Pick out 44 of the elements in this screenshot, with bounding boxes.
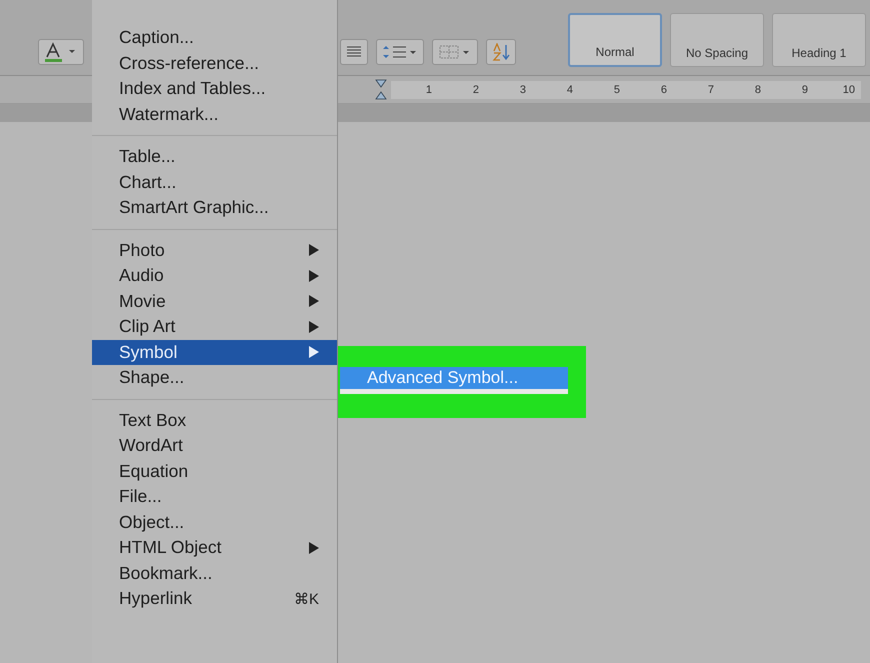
menu-item[interactable]: Watermark... bbox=[92, 102, 337, 127]
ruler-number: 5 bbox=[612, 84, 621, 96]
menu-item[interactable]: Symbol bbox=[92, 340, 337, 365]
menu-item[interactable]: Chart... bbox=[92, 170, 337, 195]
menu-item[interactable]: Object... bbox=[92, 510, 337, 535]
borders-icon bbox=[438, 44, 472, 60]
style-preset[interactable]: Heading 1 bbox=[772, 13, 866, 67]
menu-item[interactable]: Table... bbox=[92, 144, 337, 170]
menu-item[interactable]: Bookmark... bbox=[92, 560, 337, 586]
justify-button[interactable] bbox=[340, 39, 368, 65]
ruler-number: 4 bbox=[566, 84, 574, 96]
menu-item[interactable]: Shape... bbox=[92, 365, 337, 390]
ruler-number: 3 bbox=[518, 84, 527, 96]
indent-marker-icon[interactable] bbox=[375, 78, 387, 100]
menu-item[interactable]: Movie bbox=[92, 288, 337, 314]
ruler-number: 7 bbox=[706, 84, 715, 96]
menu-item[interactable]: Caption... bbox=[92, 25, 337, 50]
ruler-number: 2 bbox=[472, 84, 480, 96]
menu-item[interactable]: Text Box bbox=[92, 408, 337, 433]
menu-item[interactable]: Audio bbox=[92, 263, 337, 288]
menu-item[interactable]: HTML Object bbox=[92, 535, 337, 560]
menu-item[interactable]: Clip Art bbox=[92, 314, 337, 340]
style-preset[interactable]: No Spacing bbox=[670, 13, 764, 67]
style-preset[interactable]: Normal bbox=[568, 13, 662, 67]
ruler-number: 8 bbox=[754, 84, 762, 96]
font-color-button[interactable] bbox=[38, 39, 84, 65]
ruler-number: 9 bbox=[800, 84, 809, 96]
menu-item[interactable]: Cross-reference... bbox=[92, 50, 337, 76]
menu-item[interactable]: Equation bbox=[92, 458, 337, 484]
ruler-number: 6 bbox=[660, 84, 668, 96]
justify-icon bbox=[346, 45, 362, 59]
menu-item[interactable]: Photo bbox=[92, 238, 337, 263]
sort-icon bbox=[491, 43, 511, 61]
sort-button[interactable] bbox=[486, 39, 516, 65]
line-spacing-button[interactable] bbox=[376, 39, 424, 65]
ruler-number: 10 bbox=[842, 84, 856, 96]
menu-item[interactable]: WordArt bbox=[92, 433, 337, 458]
font-color-icon bbox=[44, 42, 78, 62]
menu-item[interactable]: SmartArt Graphic... bbox=[92, 195, 337, 220]
menu-item[interactable]: Hyperlink ⌘K bbox=[92, 586, 337, 612]
menu-item[interactable]: Index and Tables... bbox=[92, 76, 337, 102]
line-spacing-icon bbox=[382, 44, 418, 60]
ruler-number: 1 bbox=[424, 84, 433, 96]
menu-item[interactable]: File... bbox=[92, 484, 337, 510]
